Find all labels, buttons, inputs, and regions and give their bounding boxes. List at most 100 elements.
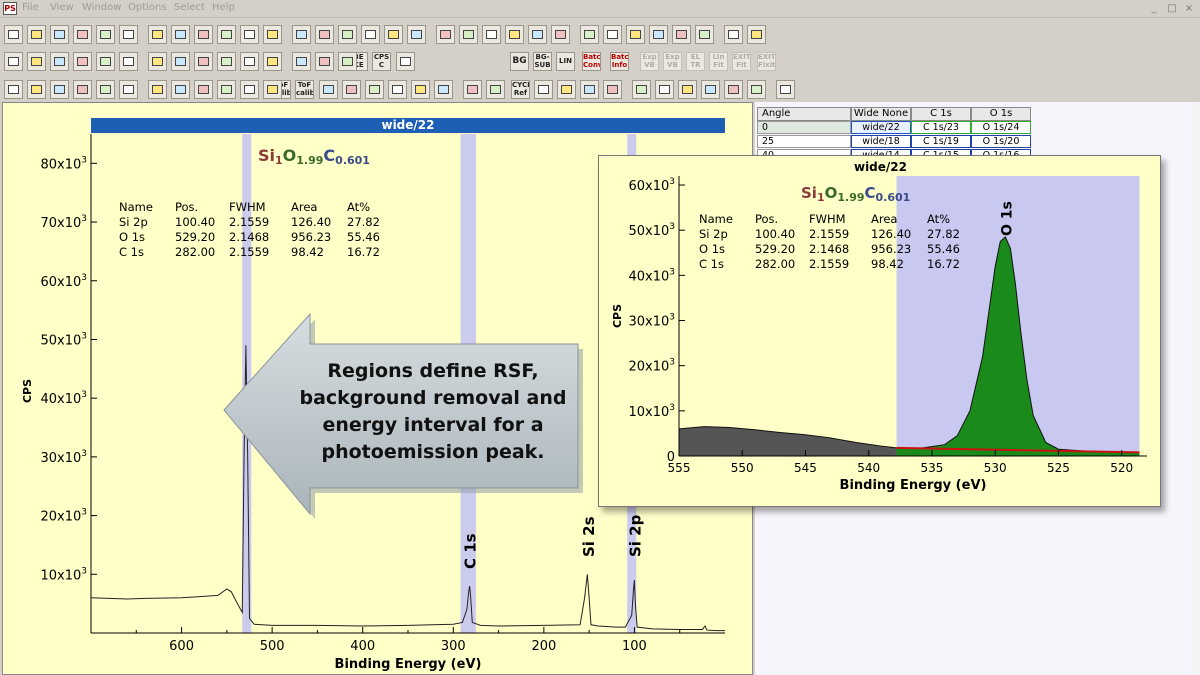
tb3-tool-icon-3[interactable] [73,80,92,99]
grid-cell[interactable]: wide/22 [851,121,911,134]
tb1-tool-icon-30[interactable] [724,25,743,44]
tb1-tool-icon-2[interactable] [50,25,69,44]
right-scrollbar[interactable] [1193,102,1200,675]
tb2-tool-icon-1[interactable] [27,52,46,71]
tb1-tool-icon-13[interactable] [315,25,334,44]
tb3-tool-icon-22[interactable] [580,80,599,99]
tb1-tool-icon-6[interactable] [148,25,167,44]
tb3-tool-icon-4[interactable] [96,80,115,99]
menu-options[interactable]: Options [128,2,167,13]
tb3-tool-icon-11[interactable] [263,80,282,99]
grid-cell[interactable]: O 1s/20 [971,135,1031,148]
el-tr-button[interactable]: EL TR [686,52,705,71]
tb1-tool-icon-4[interactable] [96,25,115,44]
tb2-tool-icon-5[interactable] [119,52,138,71]
tb3-tool-icon-29[interactable] [747,80,766,99]
tb3-tool-icon-27[interactable] [701,80,720,99]
tb1-tool-icon-12[interactable] [292,25,311,44]
tb2-tool-icon-4[interactable] [96,52,115,71]
tb2-tool-icon-14[interactable] [338,52,357,71]
batch-info-button[interactable]: Batch Info [610,52,629,71]
tb2-tool-icon-9[interactable] [217,52,236,71]
grid-header-wide[interactable]: Wide None [851,107,911,121]
exp-vb-button[interactable]: Exp VB [640,52,659,71]
tb2-tool-icon-6[interactable] [148,52,167,71]
tb1-tool-icon-31[interactable] [747,25,766,44]
grid-cell[interactable]: wide/18 [851,135,911,148]
tb3-tool-icon-12[interactable] [319,80,338,99]
tb1-tool-icon-27[interactable] [649,25,668,44]
grid-cell[interactable]: 25 [757,135,851,148]
tb1-tool-icon-14[interactable] [338,25,357,44]
tb1-tool-icon-15[interactable] [361,25,380,44]
tb3-tool-icon-6[interactable] [148,80,167,99]
tb3-tool-icon-8[interactable] [194,80,213,99]
grid-cell[interactable]: C 1s/23 [911,121,971,134]
tb3-tool-icon-19[interactable] [486,80,505,99]
menu-select[interactable]: Select [174,2,205,13]
tb1-tool-icon-24[interactable] [580,25,599,44]
tb1-tool-icon-7[interactable] [171,25,190,44]
exit-fit-button[interactable]: EXIT Fit [732,52,751,71]
grid-header-angle[interactable]: Angle [757,107,851,121]
bg-button[interactable]: BG [510,52,529,71]
tb2-tool-icon-7[interactable] [171,52,190,71]
minimize-button[interactable]: _ [1148,3,1160,14]
lin-fit-button[interactable]: Lin Fit [709,52,728,71]
tb3-tool-icon-23[interactable] [603,80,622,99]
tb1-tool-icon-0[interactable] [4,25,23,44]
tb3-tool-icon-26[interactable] [678,80,697,99]
grid-cell[interactable]: 0 [757,121,851,134]
grid-cell[interactable]: C 1s/19 [911,135,971,148]
tb3-tool-icon-7[interactable] [171,80,190,99]
tb2-tool-icon-3[interactable] [73,52,92,71]
tb3-tool-icon-5[interactable] [119,80,138,99]
tb1-tool-icon-19[interactable] [459,25,478,44]
tb3-tool-icon-9[interactable] [217,80,236,99]
tb1-tool-icon-20[interactable] [482,25,501,44]
tb1-tool-icon-25[interactable] [603,25,622,44]
tb3-tool-icon-0[interactable] [4,80,23,99]
grid-header-o1s[interactable]: O 1s [971,107,1031,121]
tb1-tool-icon-16[interactable] [384,25,403,44]
tb1-tool-icon-8[interactable] [194,25,213,44]
tb2-tool-icon-2[interactable] [50,52,69,71]
tb3-tool-icon-14[interactable] [365,80,384,99]
inset-spectrum-plot[interactable]: 60x10350x10340x10330x10320x10310x1030555… [599,156,1162,508]
tb1-tool-icon-1[interactable] [27,25,46,44]
tb1-tool-icon-21[interactable] [505,25,524,44]
menu-file[interactable]: File [22,2,39,13]
tb1-tool-icon-9[interactable] [217,25,236,44]
tb2-tool-icon-13[interactable] [315,52,334,71]
tb3-tool-icon-30[interactable] [776,80,795,99]
tb2-tool-icon-8[interactable] [194,52,213,71]
tb3-tool-icon-20[interactable] [534,80,553,99]
exit-fixit-button[interactable]: EXIT Fixit [757,52,776,71]
tb1-tool-icon-22[interactable] [528,25,547,44]
tb2-tool-icon-15[interactable] [396,52,415,71]
app-icon[interactable]: PS [3,2,17,15]
tb3-tool-icon-18[interactable] [463,80,482,99]
tof-calib-button-2[interactable]: ToF calib [295,80,314,99]
cps-c-button[interactable]: CPS C [372,52,391,71]
tb1-tool-icon-3[interactable] [73,25,92,44]
tb2-tool-icon-0[interactable] [4,52,23,71]
tb2-tool-icon-11[interactable] [263,52,282,71]
tb1-tool-icon-17[interactable] [407,25,426,44]
tb3-tool-icon-13[interactable] [342,80,361,99]
tb3-tool-icon-17[interactable] [434,80,453,99]
menu-view[interactable]: View [50,2,74,13]
tb3-tool-icon-1[interactable] [27,80,46,99]
tb1-tool-icon-23[interactable] [551,25,570,44]
tb1-tool-icon-28[interactable] [672,25,691,44]
tb1-tool-icon-10[interactable] [240,25,259,44]
tb1-tool-icon-5[interactable] [119,25,138,44]
tb3-tool-icon-21[interactable] [557,80,576,99]
tb1-tool-icon-11[interactable] [263,25,282,44]
tb3-tool-icon-2[interactable] [50,80,69,99]
grid-cell[interactable]: O 1s/24 [971,121,1031,134]
tb3-tool-icon-16[interactable] [411,80,430,99]
tb1-tool-icon-18[interactable] [436,25,455,44]
tb3-tool-icon-28[interactable] [724,80,743,99]
tb3-tool-icon-10[interactable] [240,80,259,99]
